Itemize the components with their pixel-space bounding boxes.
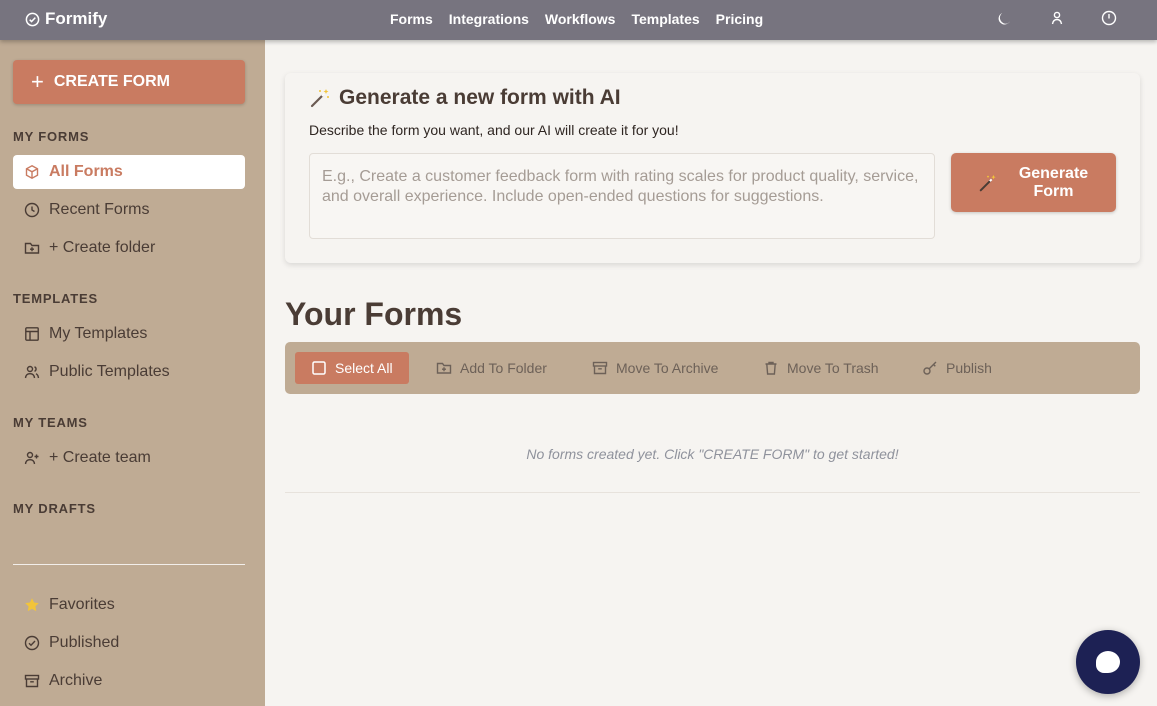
sidebar-item-published[interactable]: Published [13,626,245,660]
checkbox-icon [312,361,326,375]
sidebar-item-label: Published [49,634,120,651]
add-to-folder-button[interactable]: Add To Folder [436,352,547,384]
sidebar-item-label: Favorites [49,596,115,613]
ai-generator-card: Generate a new form with AI Describe the… [285,73,1140,263]
top-navbar: Formify Forms Integrations Workflows Tem… [0,0,1157,40]
chat-widget-button[interactable] [1076,630,1140,694]
archive-icon [24,674,40,688]
key-icon [923,361,937,375]
your-forms-title: Your Forms [285,296,463,332]
plus-icon: + [31,69,44,94]
publish-label: Publish [946,360,992,376]
main-nav: Forms Integrations Workflows Templates P… [390,11,763,27]
folder-plus-icon [436,362,452,374]
move-to-trash-button[interactable]: Move To Trash [763,352,879,384]
sidebar-item-label: + Create team [49,449,151,466]
sidebar-item-all-forms[interactable]: All Forms [13,155,245,189]
sidebar: + CREATE FORM MY FORMS All Forms Recent … [0,40,265,706]
sidebar-item-label: My Templates [49,325,148,342]
ai-card-title: Generate a new form with AI [339,86,621,109]
publish-button[interactable]: Publish [922,352,992,384]
sidebar-item-label: All Forms [49,163,123,180]
sidebar-item-create-team[interactable]: + Create team [13,441,245,475]
top-actions [997,10,1117,26]
sidebar-item-public-templates[interactable]: Public Templates [13,355,245,389]
templates-heading: TEMPLATES [13,291,98,306]
brand-logo[interactable]: Formify [25,9,107,29]
generate-form-label: Generate Form [1018,164,1089,200]
nav-workflows[interactable]: Workflows [545,11,616,27]
layout-icon [25,327,39,341]
sidebar-item-recent-forms[interactable]: Recent Forms [13,193,245,227]
archive-icon [592,361,608,375]
create-form-button[interactable]: + CREATE FORM [13,60,245,104]
move-to-archive-button[interactable]: Move To Archive [592,352,718,384]
power-icon[interactable] [1101,10,1117,26]
star-icon [25,598,39,612]
create-form-label: CREATE FORM [53,73,170,90]
move-to-trash-label: Move To Trash [787,360,879,376]
select-all-button[interactable]: Select All [295,352,409,384]
check-circle-icon [24,635,40,651]
brand-name: Formify [45,9,108,28]
check-circle-icon [25,12,40,26]
sidebar-item-my-templates[interactable]: My Templates [13,317,245,351]
nav-templates[interactable]: Templates [631,11,699,27]
sidebar-item-label: Public Templates [49,363,170,380]
folder-plus-icon [24,242,40,254]
list-divider [285,492,1140,493]
add-to-folder-label: Add To Folder [460,360,547,376]
generate-form-button[interactable]: Generate Form [951,153,1116,212]
magic-wand-icon [310,89,329,108]
chat-bubble-icon [1096,651,1120,673]
magic-wand-icon [979,174,996,191]
select-all-label: Select All [335,360,393,376]
moon-icon[interactable] [997,10,1013,26]
empty-state-message: No forms created yet. Click "CREATE FORM… [526,446,899,462]
ai-prompt-input[interactable] [309,153,935,239]
nav-forms[interactable]: Forms [390,11,433,27]
sidebar-divider [13,564,245,565]
teams-heading: MY TEAMS [13,415,88,430]
ai-card-header: Generate a new form with AI [309,86,621,110]
sidebar-item-label: Recent Forms [49,201,150,218]
my-forms-heading: MY FORMS [13,129,90,144]
sidebar-item-create-folder[interactable]: + Create folder [13,231,245,265]
sidebar-item-archive[interactable]: Archive [13,664,245,698]
bulk-actions-toolbar: Select All Add To Folder Move To Archive… [285,342,1140,394]
sidebar-item-label: + Create folder [49,239,156,256]
user-icon[interactable] [1049,10,1065,26]
nav-pricing[interactable]: Pricing [716,11,763,27]
sidebar-item-favorites[interactable]: Favorites [13,588,245,622]
ai-card-description: Describe the form you want, and our AI w… [309,122,679,138]
users-icon [24,365,40,379]
cube-icon [25,165,39,179]
drafts-heading: MY DRAFTS [13,501,96,516]
sidebar-item-label: Archive [49,672,103,689]
nav-integrations[interactable]: Integrations [449,11,529,27]
move-to-archive-label: Move To Archive [616,360,719,376]
clock-icon [24,202,40,218]
trash-icon [765,361,777,375]
user-plus-icon [24,451,39,465]
